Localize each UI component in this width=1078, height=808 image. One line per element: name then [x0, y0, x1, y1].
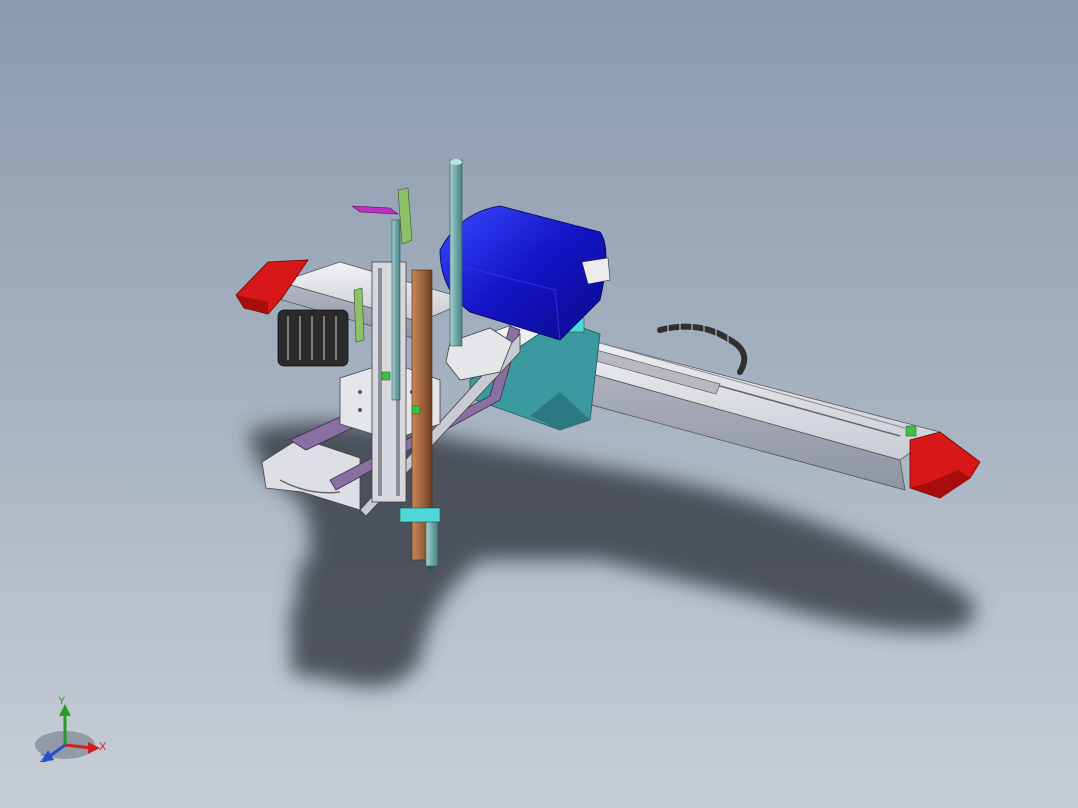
cable-chain-left — [277, 309, 349, 367]
magenta-bracket — [351, 205, 399, 215]
motor-housing[interactable] — [439, 205, 611, 341]
triad-z-label: Z — [40, 753, 47, 765]
gantry-robot-model[interactable] — [0, 0, 1078, 808]
end-cap-right — [909, 431, 981, 499]
triad-y-label: Y — [58, 695, 66, 707]
triad-x-label: X — [99, 741, 107, 753]
cad-viewport[interactable]: Y X Z — [0, 0, 1078, 808]
